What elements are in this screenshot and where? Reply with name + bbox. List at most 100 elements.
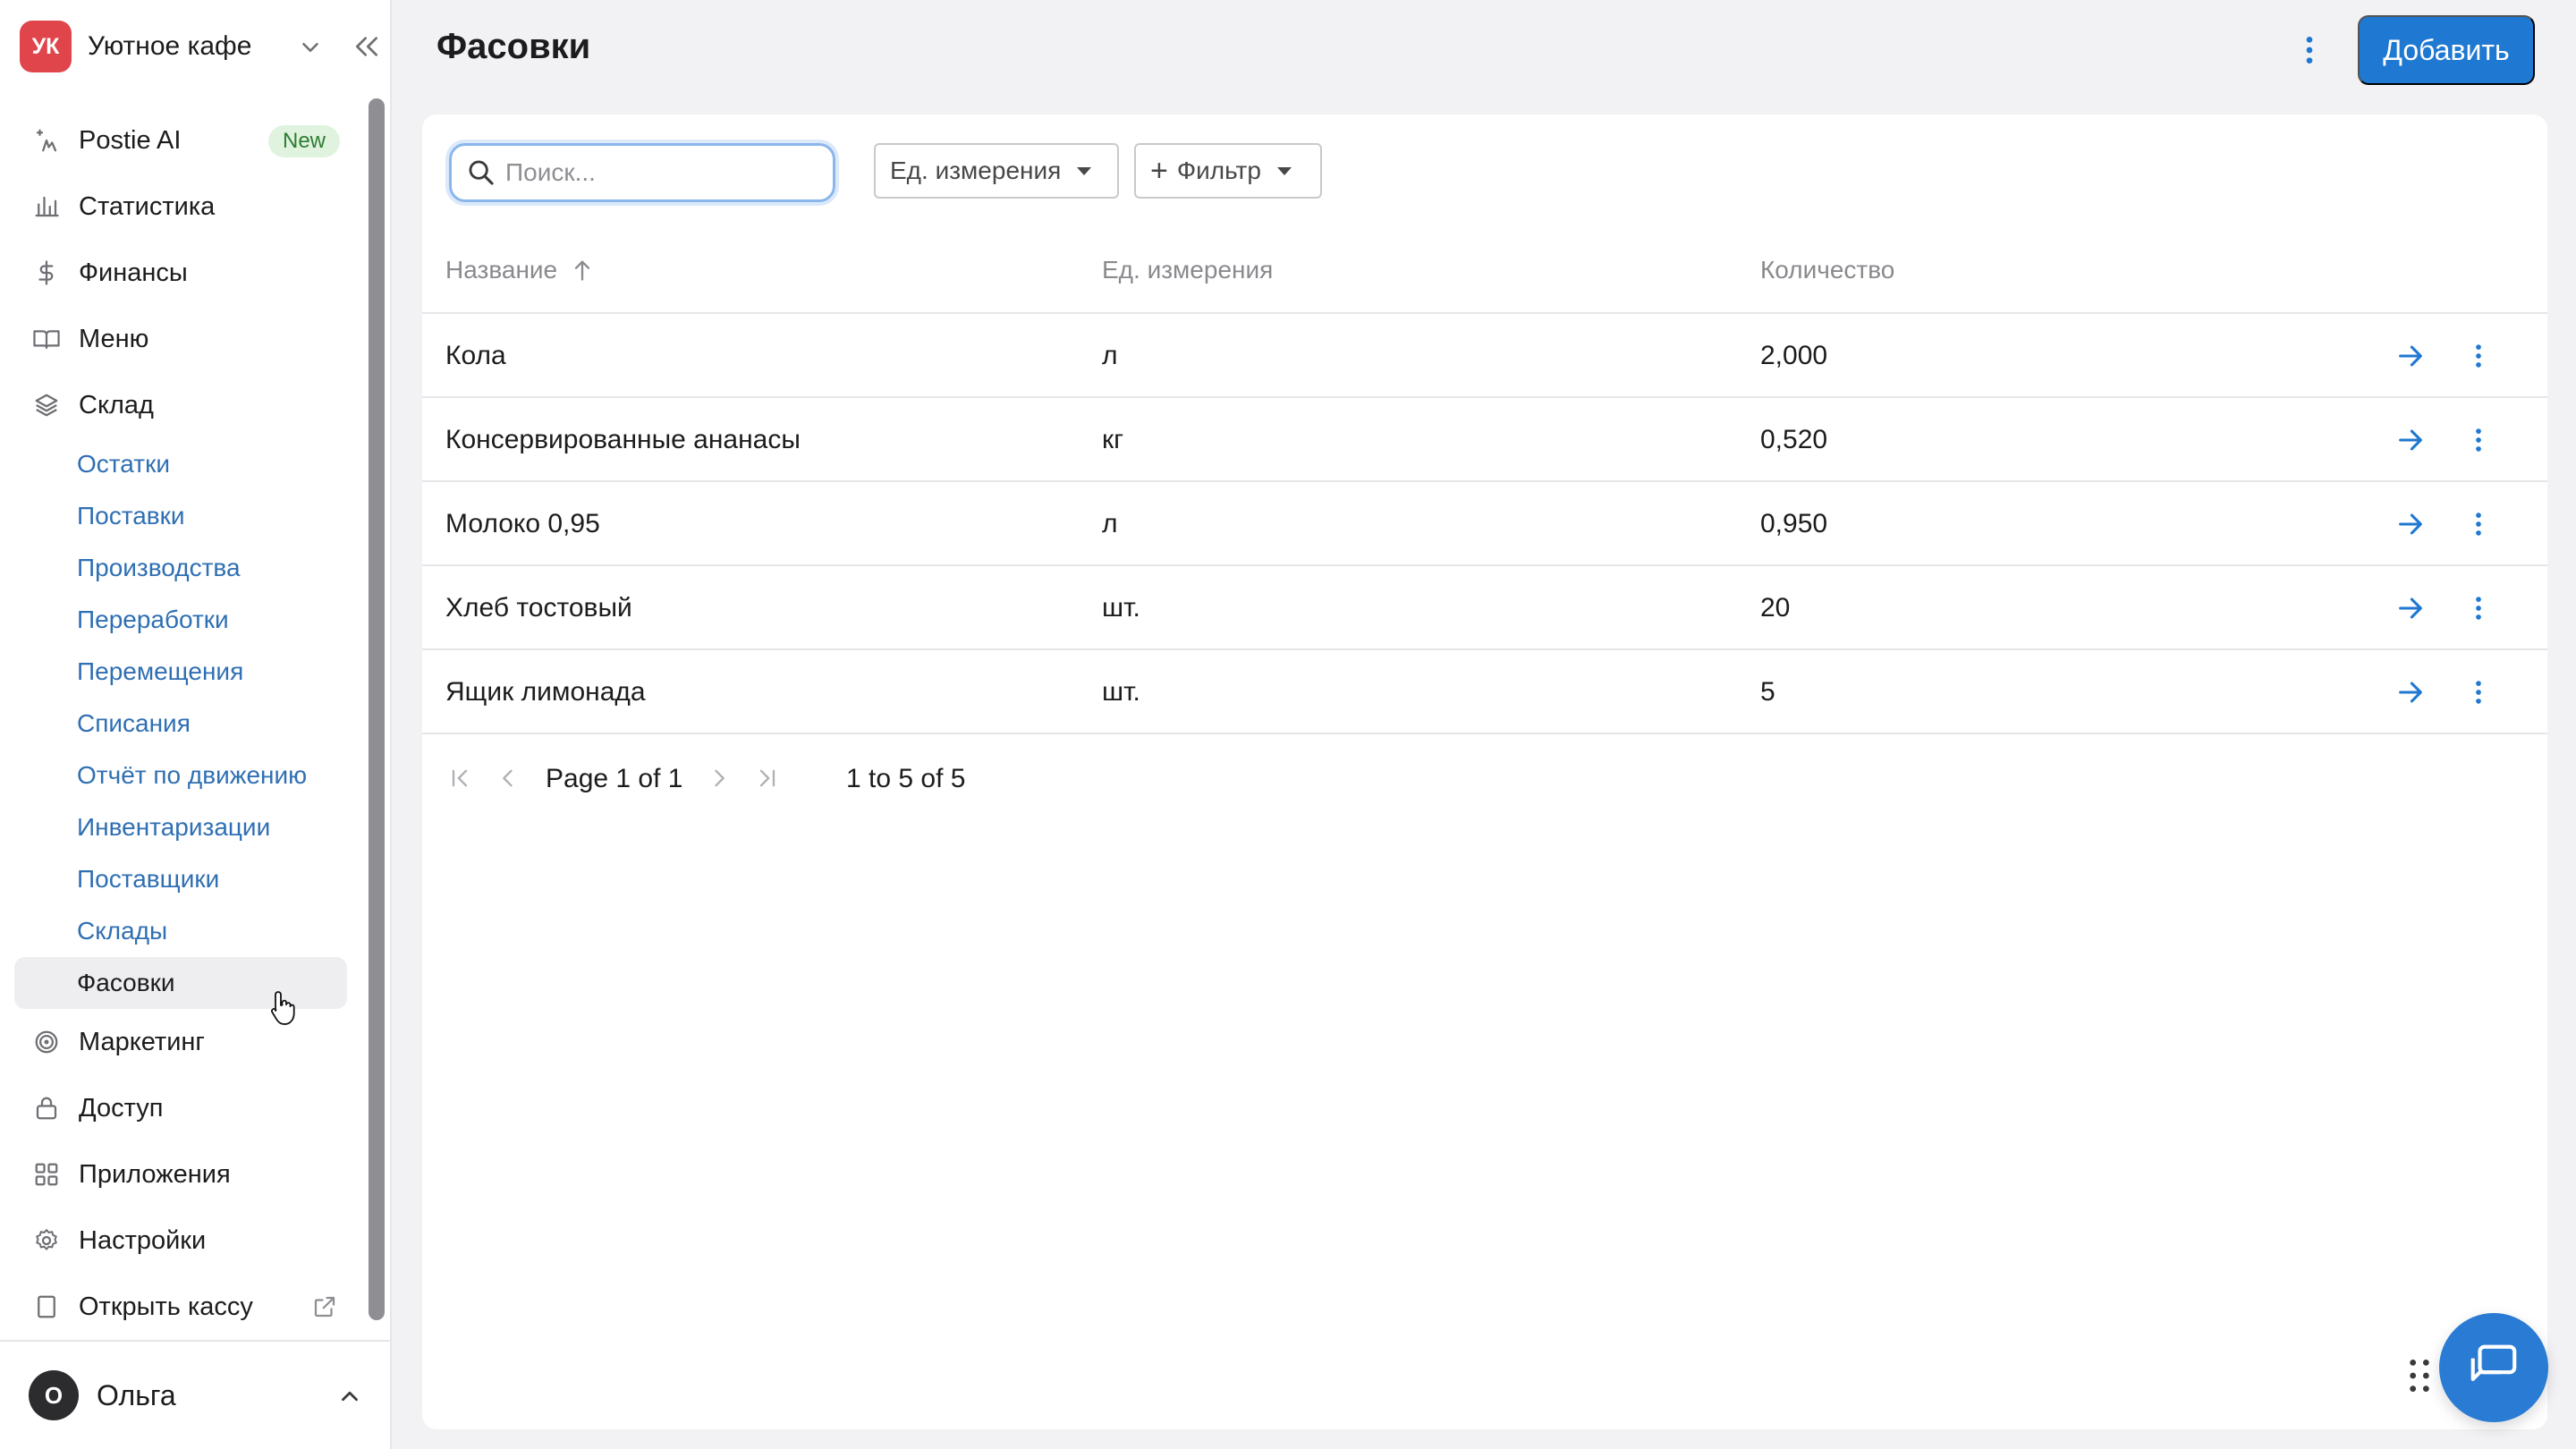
support-chat-button[interactable] — [2439, 1313, 2548, 1422]
dollar-icon — [30, 257, 63, 289]
more-vertical-icon[interactable] — [2292, 30, 2327, 70]
nav-item-label: Postie AI — [79, 125, 182, 155]
sidebar-scrollbar[interactable] — [369, 98, 385, 1320]
sidebar: УК Уютное кафе Postie AI New Статистика … — [0, 0, 392, 1449]
more-vertical-icon[interactable] — [2463, 423, 2494, 457]
nav-item-access[interactable]: Доступ — [14, 1075, 347, 1141]
nav-item-marketing[interactable]: Маркетинг — [14, 1009, 347, 1075]
search-input[interactable] — [505, 158, 827, 187]
cell-name: Молоко 0,95 — [445, 509, 600, 538]
tablet-icon — [30, 1291, 63, 1323]
column-header-unit[interactable]: Ед. измерения — [1102, 256, 1273, 284]
more-vertical-icon[interactable] — [2463, 339, 2494, 373]
nav-item-label: Открыть кассу — [79, 1292, 253, 1321]
column-header-name[interactable]: Название — [445, 256, 593, 284]
sub-item-otchet-po-dvizheniyu[interactable]: Отчёт по движению — [14, 750, 347, 801]
more-vertical-icon[interactable] — [2463, 675, 2494, 709]
lock-icon — [30, 1092, 63, 1124]
sub-item-postavki[interactable]: Поставки — [14, 490, 347, 542]
sub-item-fasovki[interactable]: Фасовки — [14, 957, 347, 1009]
table-row[interactable]: Консервированные ананасы кг 0,520 — [422, 398, 2547, 482]
user-menu[interactable]: О Ольга — [0, 1340, 390, 1449]
nav-item-settings[interactable]: Настройки — [14, 1208, 347, 1274]
chevron-down-icon[interactable] — [297, 34, 324, 61]
nav-item-label: Настройки — [79, 1225, 207, 1255]
nav-item-label: Меню — [79, 324, 149, 353]
unit-filter-label: Ед. измерения — [890, 157, 1062, 184]
arrow-right-icon[interactable] — [2395, 341, 2426, 371]
sub-item-spisaniya[interactable]: Списания — [14, 698, 347, 750]
main-content: Фасовки Добавить Ед. измерения + Фильтр … — [394, 0, 2576, 1449]
table-row[interactable]: Ящик лимонада шт. 5 — [422, 650, 2547, 734]
nav-item-label: Склад — [79, 390, 154, 419]
unit-filter-dropdown[interactable]: Ед. измерения — [874, 143, 1119, 199]
chevron-up-icon[interactable] — [336, 1383, 363, 1410]
arrow-right-icon[interactable] — [2395, 425, 2426, 455]
packaging-table-card: Ед. измерения + Фильтр Название Ед. изме… — [422, 114, 2547, 1429]
cell-quantity: 5 — [1760, 677, 1775, 707]
plus-icon: + — [1150, 154, 1168, 188]
table-row[interactable]: Хлеб тостовый шт. 20 — [422, 566, 2547, 650]
column-header-quantity[interactable]: Количество — [1760, 256, 1894, 284]
user-name: Ольга — [97, 1378, 176, 1411]
sub-item-ostatki[interactable]: Остатки — [14, 438, 347, 490]
nav-item-menu[interactable]: Меню — [14, 306, 347, 372]
page-title: Фасовки — [436, 27, 591, 66]
cell-quantity: 2,000 — [1760, 341, 1828, 370]
table-row[interactable]: Кола л 2,000 — [422, 314, 2547, 398]
main-nav: Postie AI New Статистика Финансы Меню Ск… — [14, 107, 347, 1340]
arrow-right-icon[interactable] — [2395, 593, 2426, 623]
hand-cursor-icon — [270, 991, 295, 1025]
more-vertical-icon[interactable] — [2463, 591, 2494, 625]
search-icon — [469, 160, 494, 185]
cell-unit: шт. — [1102, 593, 1140, 623]
cell-name: Кола — [445, 341, 506, 370]
nav-item-finance[interactable]: Финансы — [14, 240, 347, 306]
previous-page-icon[interactable] — [496, 766, 521, 791]
caret-down-icon — [1077, 166, 1092, 175]
first-page-icon[interactable] — [447, 766, 472, 791]
sparkle-icon — [30, 124, 63, 157]
range-indicator: 1 to 5 of 5 — [846, 764, 966, 793]
cell-name: Ящик лимонада — [445, 677, 646, 707]
nav-item-label: Финансы — [79, 258, 188, 287]
nav-item-statistics[interactable]: Статистика — [14, 174, 347, 240]
nav-item-open-register[interactable]: Открыть кассу — [14, 1274, 347, 1340]
cell-unit: шт. — [1102, 677, 1140, 707]
last-page-icon[interactable] — [755, 766, 780, 791]
cell-unit: кг — [1102, 425, 1124, 454]
cell-name: Хлеб тостовый — [445, 593, 632, 623]
cell-unit: л — [1102, 341, 1118, 370]
sub-item-postavshchiki[interactable]: Поставщики — [14, 853, 347, 905]
workspace-logo: УК — [20, 21, 72, 72]
nav-item-postie-ai[interactable]: Postie AI New — [14, 107, 347, 174]
collapse-sidebar-icon[interactable] — [349, 32, 385, 61]
add-button[interactable]: Добавить — [2358, 15, 2535, 85]
external-link-icon — [314, 1296, 335, 1318]
pagination: Page 1 of 1 1 to 5 of 5 — [422, 751, 2547, 805]
new-badge: New — [267, 125, 340, 157]
grid-icon — [30, 1158, 63, 1191]
add-filter-button[interactable]: + Фильтр — [1134, 143, 1322, 199]
arrow-right-icon[interactable] — [2395, 677, 2426, 708]
sub-item-sklady[interactable]: Склады — [14, 905, 347, 957]
sub-item-peremeshcheniya[interactable]: Перемещения — [14, 646, 347, 698]
sub-item-inventarizatsii[interactable]: Инвентаризации — [14, 801, 347, 853]
chat-icon — [2470, 1344, 2517, 1381]
more-vertical-icon[interactable] — [2463, 507, 2494, 541]
workspace-switcher[interactable]: УК Уютное кафе — [20, 20, 377, 73]
sub-item-pererabotki[interactable]: Переработки — [14, 594, 347, 646]
workspace-name: Уютное кафе — [88, 31, 252, 61]
next-page-icon[interactable] — [707, 766, 732, 791]
drag-handle-icon[interactable] — [2406, 1356, 2433, 1395]
sub-item-proizvodstva[interactable]: Производства — [14, 542, 347, 594]
avatar: О — [29, 1370, 79, 1420]
nav-item-warehouse[interactable]: Склад — [14, 372, 347, 438]
arrow-right-icon[interactable] — [2395, 509, 2426, 539]
search-box[interactable] — [449, 143, 835, 202]
table-row[interactable]: Молоко 0,95 л 0,950 — [422, 482, 2547, 566]
cell-quantity: 20 — [1760, 593, 1791, 623]
filter-label: Фильтр — [1176, 157, 1261, 184]
gear-icon — [30, 1224, 63, 1257]
nav-item-apps[interactable]: Приложения — [14, 1141, 347, 1208]
